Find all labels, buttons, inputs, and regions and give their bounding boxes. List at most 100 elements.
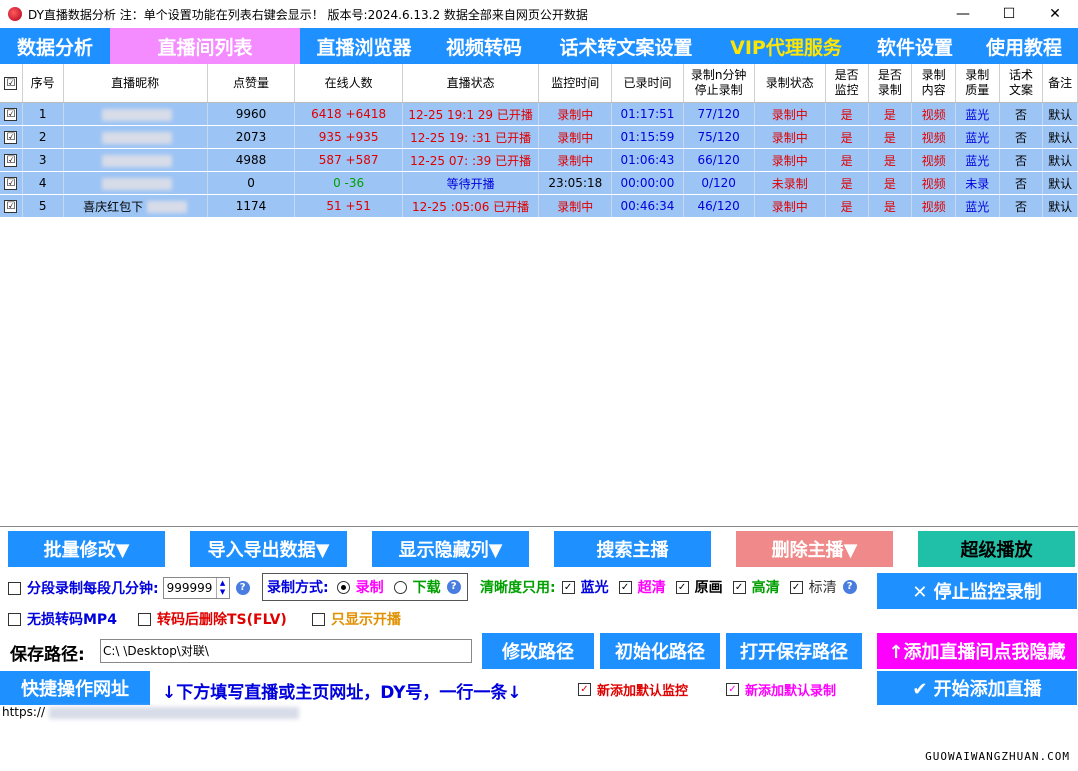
delete-ts-label[interactable]: 转码后删除TS(FLV) bbox=[157, 609, 287, 629]
segment-record-checkbox[interactable] bbox=[8, 581, 21, 595]
table-row[interactable]: ☑ 1 9960 6418 +6418 12-25 19:1 29 已开播 录制中 01:1… bbox=[0, 102, 1078, 126]
cell-nickname bbox=[63, 148, 208, 172]
row-checkbox[interactable]: ☑ bbox=[0, 194, 23, 218]
row-checkbox-box[interactable]: ☑ bbox=[4, 131, 18, 144]
delete-streamer-button[interactable]: 删除主播▼ bbox=[736, 531, 893, 567]
download-mode-radio[interactable] bbox=[393, 580, 407, 594]
add-room-hide-button[interactable]: ↑添加直播间点我隐藏 bbox=[877, 633, 1077, 669]
cell-content: 视频 bbox=[911, 102, 956, 126]
modify-path-button[interactable]: 修改路径 bbox=[482, 633, 594, 669]
menu-vip-agent[interactable]: VIP代理服务 bbox=[712, 28, 860, 64]
col-content[interactable]: 录制 内容 bbox=[911, 64, 956, 103]
col-quality[interactable]: 录制 质量 bbox=[955, 64, 1000, 103]
delete-ts-checkbox[interactable] bbox=[138, 612, 151, 626]
segment-minutes-stepper[interactable]: ▲▼ bbox=[162, 577, 230, 599]
init-path-button[interactable]: 初始化路径 bbox=[600, 633, 720, 669]
header-checkbox[interactable]: ☑ bbox=[4, 76, 18, 90]
cell-script: 否 bbox=[999, 171, 1044, 195]
col-is-record[interactable]: 是否 录制 bbox=[868, 64, 913, 103]
table-row[interactable]: ☑ 4 0 0 -36 等待开播 23:05:18 00:00:00 0/120 未录制是是视频… bbox=[0, 171, 1078, 195]
default-record-checkbox[interactable]: ✓ bbox=[726, 683, 739, 696]
row-checkbox-box[interactable]: ☑ bbox=[4, 177, 18, 190]
standard-label[interactable]: 标清 bbox=[809, 577, 837, 597]
record-mode-record-label[interactable]: 录制 bbox=[356, 577, 384, 597]
stepper-arrows[interactable]: ▲ ▼ bbox=[215, 578, 229, 598]
col-online[interactable]: 在线人数 bbox=[294, 64, 404, 103]
default-monitor-label[interactable]: 新添加默认监控 bbox=[597, 680, 688, 699]
menu-tutorial[interactable]: 使用教程 bbox=[970, 28, 1078, 64]
lossless-checkbox[interactable] bbox=[8, 612, 21, 626]
menu-data-analysis[interactable]: 数据分析 bbox=[0, 28, 110, 64]
original-label[interactable]: 原画 bbox=[695, 577, 723, 597]
record-mode-radio[interactable] bbox=[336, 580, 350, 594]
only-live-label[interactable]: 只显示开播 bbox=[331, 609, 401, 629]
stepper-down-icon[interactable]: ▼ bbox=[220, 588, 225, 597]
stepper-up-icon[interactable]: ▲ bbox=[220, 579, 225, 588]
start-add-live-button[interactable]: ✔ 开始添加直播 bbox=[877, 671, 1077, 705]
standard-checkbox[interactable]: ✓ bbox=[789, 580, 803, 594]
table-row[interactable]: ☑ 2 2073 935 +935 12-25 19: :31 已开播 录制中 01:15:… bbox=[0, 125, 1078, 149]
col-note[interactable]: 备注 bbox=[1042, 64, 1078, 103]
row-checkbox[interactable]: ☑ bbox=[0, 125, 23, 149]
download-mode-label[interactable]: 下载 bbox=[413, 577, 441, 597]
col-monitor-time[interactable]: 监控时间 bbox=[538, 64, 613, 103]
col-script[interactable]: 话术 文案 bbox=[999, 64, 1044, 103]
default-record-label[interactable]: 新添加默认录制 bbox=[745, 680, 836, 699]
show-hidden-columns-button[interactable]: 显示隐藏列▼ bbox=[372, 531, 529, 567]
table-row[interactable]: ☑ 5 喜庆红包下 1174 51 +51 12-25 :05:06 已开播 录制中 00:4… bbox=[0, 194, 1078, 218]
minimize-button[interactable]: — bbox=[940, 0, 986, 28]
stop-monitor-record-button[interactable]: ✕ 停止监控录制 bbox=[877, 573, 1077, 609]
col-script-line2: 文案 bbox=[1008, 83, 1033, 97]
import-export-button[interactable]: 导入导出数据▼ bbox=[190, 531, 347, 567]
row-checkbox-box[interactable]: ☑ bbox=[4, 108, 18, 121]
row-checkbox-box[interactable]: ☑ bbox=[4, 200, 18, 213]
close-button[interactable]: ✕ bbox=[1032, 0, 1078, 28]
high-hd-checkbox[interactable]: ✓ bbox=[732, 580, 746, 594]
col-likes[interactable]: 点赞量 bbox=[207, 64, 296, 103]
col-status[interactable]: 直播状态 bbox=[402, 64, 540, 103]
cell-index: 4 bbox=[22, 171, 64, 195]
row-checkbox[interactable]: ☑ bbox=[0, 102, 23, 126]
high-hd-label[interactable]: 高清 bbox=[752, 577, 780, 597]
menu-script-to-text[interactable]: 话术转文案设置 bbox=[540, 28, 712, 64]
row-checkbox[interactable]: ☑ bbox=[0, 171, 23, 195]
batch-edit-button[interactable]: 批量修改▼ bbox=[8, 531, 165, 567]
row-checkbox[interactable]: ☑ bbox=[0, 148, 23, 172]
col-rec-state[interactable]: 录制状态 bbox=[754, 64, 826, 103]
row-checkbox-box[interactable]: ☑ bbox=[4, 154, 18, 167]
delete-ts-option: 转码后删除TS(FLV) bbox=[138, 609, 287, 629]
open-save-path-button[interactable]: 打开保存路径 bbox=[726, 633, 862, 669]
col-stop-after[interactable]: 录制n分钟 停止录制 bbox=[683, 64, 755, 103]
cell-nickname bbox=[63, 102, 208, 126]
menu-live-browser[interactable]: 直播浏览器 bbox=[300, 28, 428, 64]
select-all-checkbox[interactable]: ☑ bbox=[0, 64, 23, 103]
menu-video-transcode[interactable]: 视频转码 bbox=[428, 28, 540, 64]
only-live-checkbox[interactable] bbox=[312, 612, 325, 626]
help-icon[interactable]: ? bbox=[235, 581, 250, 595]
col-is-monitor[interactable]: 是否 监控 bbox=[825, 64, 869, 103]
menu-live-room-list[interactable]: 直播间列表 bbox=[110, 28, 300, 64]
search-streamer-button[interactable]: 搜索主播 bbox=[554, 531, 711, 567]
record-mode-help-icon[interactable]: ? bbox=[446, 580, 461, 594]
super-hd-checkbox[interactable]: ✓ bbox=[618, 580, 632, 594]
original-checkbox[interactable]: ✓ bbox=[675, 580, 689, 594]
col-nickname[interactable]: 直播昵称 bbox=[63, 64, 208, 103]
lossless-label[interactable]: 无损转码MP4 bbox=[27, 609, 117, 629]
bluray-label[interactable]: 蓝光 bbox=[581, 577, 609, 597]
save-path-input[interactable]: C:\ \Desktop\对联\ bbox=[100, 639, 472, 663]
table-row[interactable]: ☑ 3 4988 587 +587 12-25 07: :39 已开播 录制中 01:06:… bbox=[0, 148, 1078, 172]
url-textarea[interactable]: https:// bbox=[0, 705, 1078, 771]
bluray-checkbox[interactable]: ✓ bbox=[561, 580, 575, 594]
col-index[interactable]: 序号 bbox=[22, 64, 64, 103]
maximize-button[interactable]: ☐ bbox=[986, 0, 1032, 28]
cell-nickname bbox=[63, 125, 208, 149]
quality-help-icon[interactable]: ? bbox=[842, 580, 857, 594]
quick-url-button[interactable]: 快捷操作网址 bbox=[0, 671, 150, 705]
menu-software-settings[interactable]: 软件设置 bbox=[860, 28, 970, 64]
super-hd-label[interactable]: 超清 bbox=[638, 577, 666, 597]
col-quality-line2: 质量 bbox=[965, 83, 990, 97]
super-play-button[interactable]: 超级播放 bbox=[918, 531, 1075, 567]
default-monitor-checkbox[interactable]: ✓ bbox=[578, 683, 591, 696]
col-recorded-time[interactable]: 已录时间 bbox=[611, 64, 684, 103]
segment-minutes-input[interactable] bbox=[163, 579, 216, 597]
